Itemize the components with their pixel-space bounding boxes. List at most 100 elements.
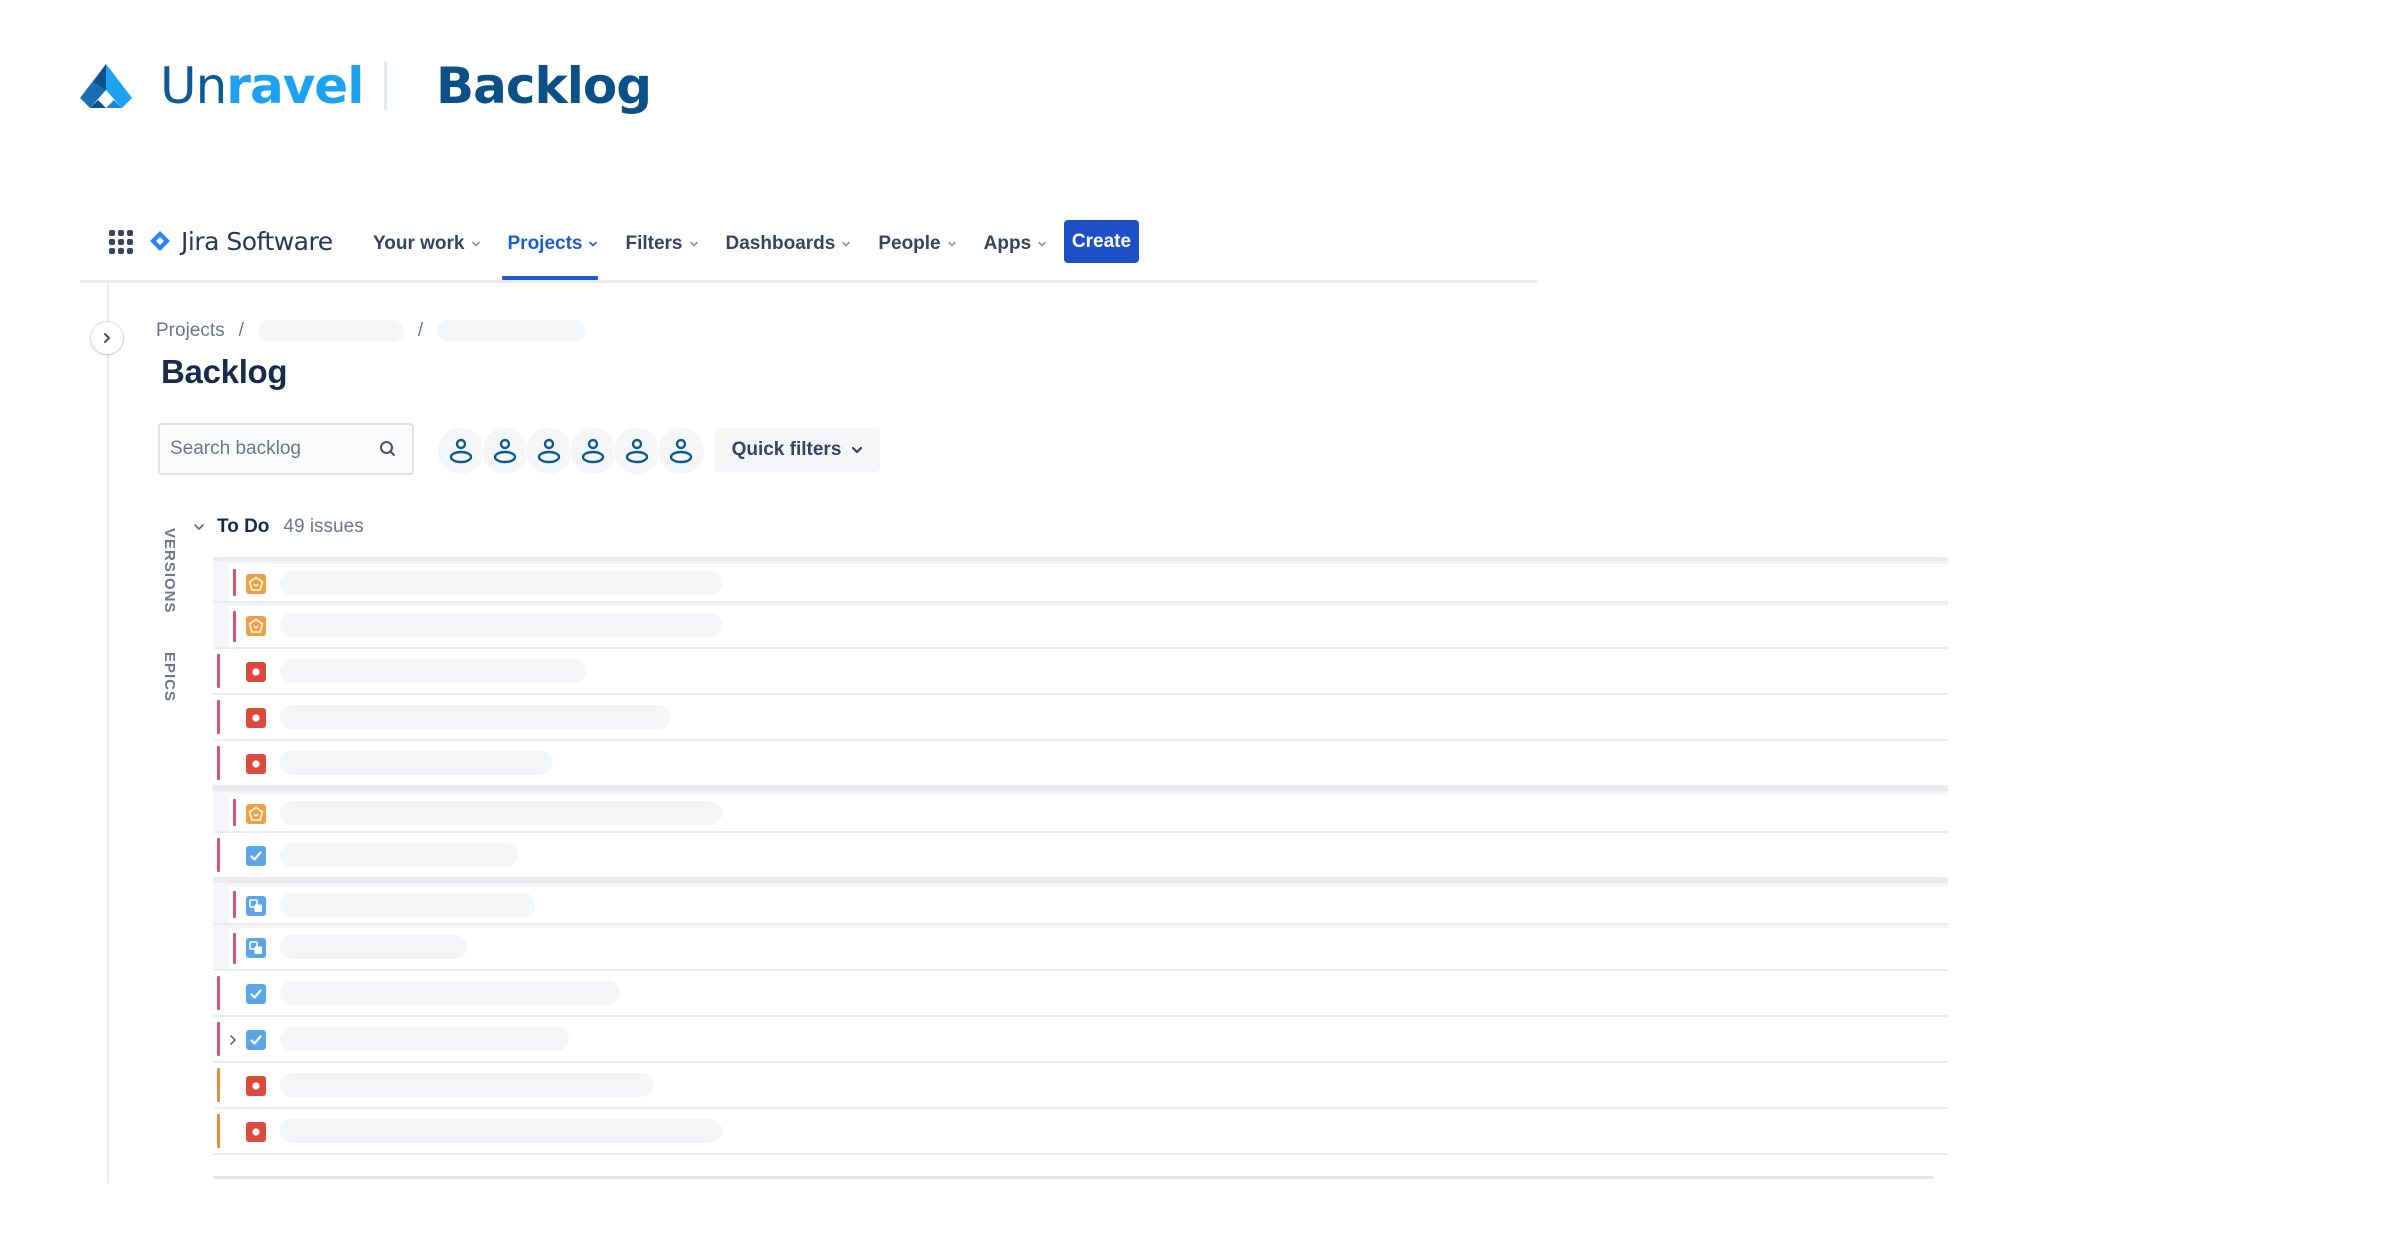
priority-color-bar (217, 1022, 220, 1056)
issue-summary-placeholder (280, 613, 722, 637)
issue-row-body (213, 1017, 1948, 1061)
breadcrumb-separator: / (417, 320, 424, 341)
search-icon (380, 441, 395, 456)
issue-summary-placeholder (280, 751, 552, 775)
issue-summary-placeholder (280, 1027, 569, 1051)
breadcrumb-separator: / (238, 320, 244, 341)
app-switcher-grid-icon[interactable] (109, 230, 133, 254)
backlog-issue-list (213, 557, 1948, 1155)
issue-row-body (213, 971, 1948, 1015)
brand-divider (384, 62, 387, 110)
pentagon-icon (246, 804, 266, 824)
breadcrumb-project-placeholder[interactable] (257, 320, 404, 342)
assignee-avatar[interactable] (657, 427, 705, 475)
page-title: Backlog (161, 353, 288, 390)
priority-color-bar (233, 799, 236, 826)
issue-row-body (229, 886, 1948, 923)
issue-summary-placeholder (280, 801, 722, 825)
nav-item-people[interactable]: People (878, 228, 956, 260)
priority-color-bar (217, 1068, 220, 1102)
chevron-down-icon (852, 446, 863, 454)
issue-summary-placeholder (280, 705, 671, 729)
nav-item-label: Dashboards (725, 233, 836, 254)
search-input[interactable] (170, 425, 370, 473)
assignee-avatar[interactable] (613, 427, 661, 475)
assignee-avatar[interactable] (481, 427, 529, 475)
issue-row[interactable] (213, 741, 1948, 787)
breadcrumb-board-placeholder[interactable] (437, 320, 586, 342)
issue-row-body (213, 695, 1948, 739)
person-icon (493, 438, 517, 464)
issue-row-body (229, 794, 1948, 831)
versions-panel-tab[interactable]: VERSIONS (161, 528, 178, 614)
checkbox-icon (246, 1030, 266, 1050)
assignee-avatars (437, 427, 705, 475)
assignee-avatar[interactable] (437, 427, 485, 475)
create-button[interactable]: Create (1064, 220, 1139, 263)
search-backlog-field[interactable] (158, 423, 414, 475)
issue-summary-placeholder (280, 571, 722, 595)
list-bottom-border (213, 1176, 1933, 1179)
priority-color-bar (217, 654, 220, 688)
issue-row[interactable] (213, 925, 1948, 971)
issue-row[interactable] (213, 1017, 1948, 1063)
issue-summary-placeholder (280, 1119, 722, 1143)
issue-row[interactable] (213, 971, 1948, 1017)
sprint-header[interactable]: To Do 49 issues (192, 514, 364, 540)
breadcrumb-projects[interactable]: Projects (156, 320, 225, 342)
bug-icon (246, 1076, 266, 1096)
subtask-icon (246, 896, 266, 916)
bug-icon (246, 708, 266, 728)
issue-row[interactable] (213, 1063, 1948, 1109)
epics-panel-tab[interactable]: EPICS (161, 652, 178, 702)
person-icon (537, 438, 561, 464)
priority-color-bar (217, 838, 220, 872)
nav-item-filters[interactable]: Filters (625, 228, 698, 260)
person-icon (581, 438, 605, 464)
issue-row-body (213, 741, 1948, 785)
issue-row[interactable] (213, 603, 1948, 649)
expand-subtasks-chevron-icon[interactable] (228, 1033, 238, 1045)
checkbox-icon (246, 846, 266, 866)
issue-row[interactable] (213, 649, 1948, 695)
chevron-down-icon[interactable] (192, 520, 206, 534)
priority-color-bar (233, 611, 236, 642)
issue-row-body (229, 564, 1948, 601)
issue-row[interactable] (213, 833, 1948, 879)
issue-row-body (213, 1063, 1948, 1107)
issue-row-body (213, 1109, 1948, 1153)
nav-item-label: Projects (507, 233, 583, 254)
issue-summary-placeholder (280, 935, 467, 959)
quick-filters-button[interactable]: Quick filters (715, 428, 880, 472)
expand-sidebar-button[interactable] (91, 322, 123, 354)
jira-product-name[interactable]: Jira Software (181, 226, 333, 258)
person-icon (625, 438, 649, 464)
nav-item-your-work[interactable]: Your work (373, 228, 481, 260)
nav-item-label: Apps (983, 233, 1032, 254)
issue-row[interactable] (213, 557, 1948, 603)
assignee-avatar[interactable] (525, 427, 573, 475)
issue-row[interactable] (213, 695, 1948, 741)
issue-count: 49 issues (283, 516, 364, 537)
assignee-avatar[interactable] (569, 427, 617, 475)
issue-row[interactable] (213, 1109, 1948, 1155)
brand-page-title: Backlog (436, 57, 652, 115)
nav-item-dashboards[interactable]: Dashboards (726, 228, 852, 260)
sidebar-edge (107, 283, 109, 1183)
priority-color-bar (233, 891, 236, 918)
nav-item-label: Your work (373, 233, 465, 254)
jira-diamond-icon[interactable] (150, 231, 170, 251)
priority-color-bar (233, 569, 236, 596)
brand-name-lead: Un (160, 57, 227, 115)
issue-row[interactable] (213, 879, 1948, 925)
priority-color-bar (233, 933, 236, 964)
issue-summary-placeholder (280, 893, 535, 917)
issue-row[interactable] (213, 787, 1948, 833)
issue-row-body (213, 649, 1948, 693)
nav-item-projects[interactable]: Projects (508, 228, 599, 260)
priority-color-bar (217, 700, 220, 734)
bug-icon (246, 1122, 266, 1142)
pentagon-icon (246, 574, 266, 594)
unravel-logo-icon (80, 64, 132, 108)
nav-item-apps[interactable]: Apps (984, 228, 1048, 260)
